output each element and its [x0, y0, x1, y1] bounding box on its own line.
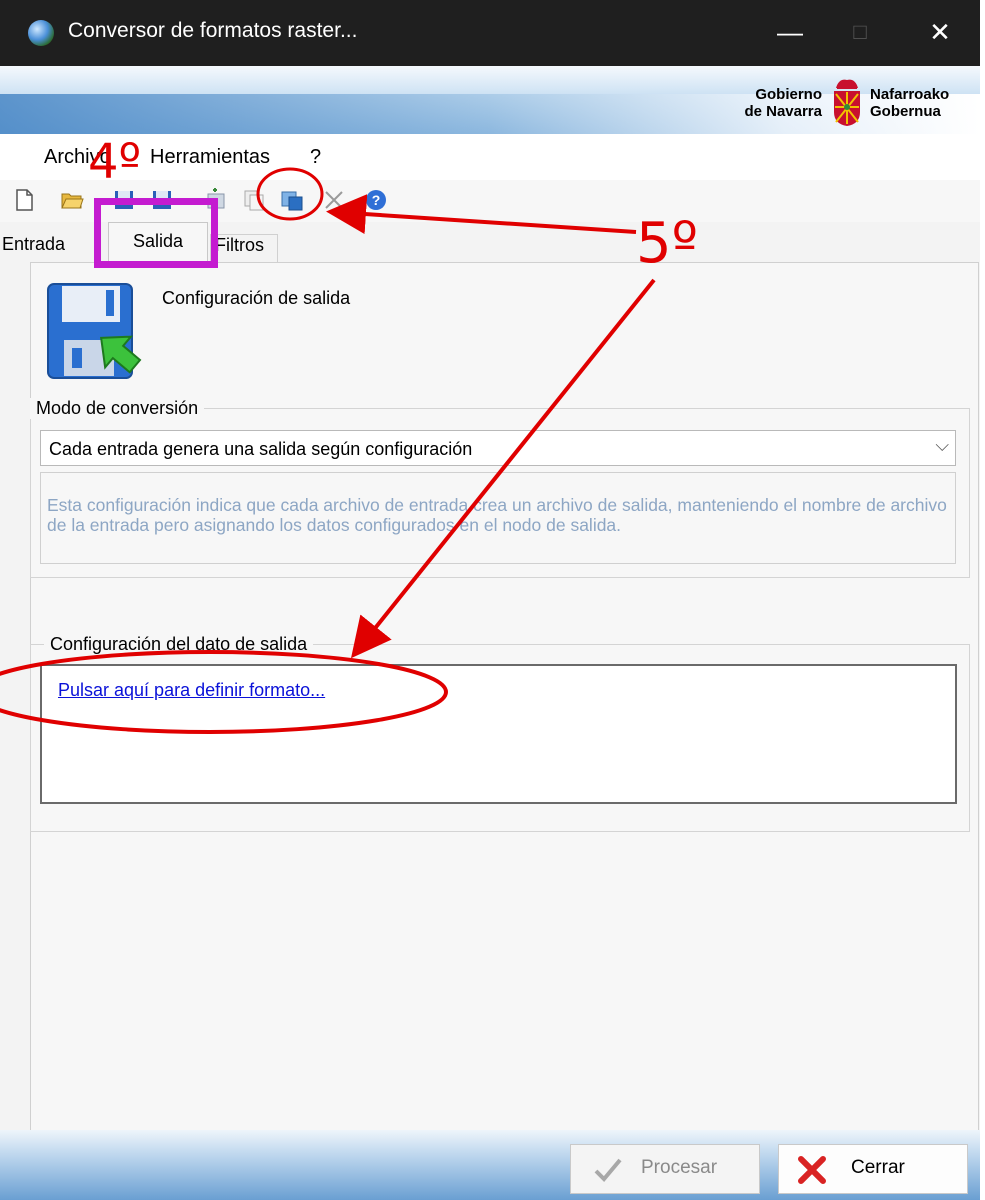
dato-salida-box: Pulsar aquí para definir formato... [40, 664, 957, 804]
close-x-icon [798, 1156, 826, 1184]
modo-conversion-value: Cada entrada genera una salida según con… [49, 439, 473, 459]
open-folder-icon[interactable] [60, 188, 84, 212]
logo-text-right-1: Nafarroako [870, 86, 950, 103]
procesar-label: Procesar [641, 1157, 718, 1178]
logo-text-left-1: Gobierno [755, 86, 822, 103]
chevron-down-icon: ⌵ [935, 435, 949, 455]
step-4-label: 4º [88, 134, 142, 190]
toolbar [0, 180, 980, 222]
tab-salida-label: Salida [133, 231, 184, 251]
add-icon[interactable] [204, 188, 228, 212]
app-window: Conversor de formatos raster... — □ ✕ Go… [0, 0, 980, 1200]
definir-formato-link[interactable]: Pulsar aquí para definir formato... [58, 680, 325, 701]
tab-entrada-label: Entrada [2, 234, 66, 254]
salida-header: Configuración de salida [162, 288, 351, 308]
menu-bar: Archivo Herramientas ? [0, 134, 980, 180]
gobierno-navarra-logo: Gobierno de Navarra Nafarroako Gobernua [730, 72, 980, 132]
modo-description: Esta configuración indica que cada archi… [40, 472, 956, 564]
procesar-button[interactable]: Procesar [570, 1144, 760, 1194]
title-bar: Conversor de formatos raster... — □ ✕ [0, 0, 980, 66]
modo-conversion-select[interactable]: Cada entrada genera una salida según con… [40, 430, 956, 466]
export-icon[interactable] [280, 188, 304, 212]
logo-text-left-2: de Navarra [744, 103, 822, 120]
maximize-button[interactable]: □ [830, 8, 890, 58]
modo-conversion-legend: Modo de conversión [30, 398, 205, 419]
delete-icon[interactable] [322, 188, 346, 212]
minimize-button[interactable]: — [760, 8, 820, 58]
tab-filtros[interactable]: Filtros [210, 234, 278, 263]
tab-salida[interactable]: Salida [108, 222, 208, 265]
save-as-icon[interactable] [150, 188, 174, 212]
copy-icon[interactable] [242, 188, 266, 212]
dato-salida-legend: Configuración del dato de salida [44, 634, 314, 655]
cerrar-label: Cerrar [851, 1157, 905, 1178]
close-window-button[interactable]: ✕ [910, 8, 970, 58]
svg-text:?: ? [372, 192, 381, 208]
new-file-icon[interactable] [12, 188, 36, 212]
step-5-label: 5º [636, 211, 699, 276]
tab-filtros-label: Filtros [215, 235, 264, 255]
menu-help[interactable]: ? [310, 146, 321, 169]
output-floppy-icon [47, 283, 142, 379]
logo-text-right-2: Gobernua [870, 103, 941, 120]
cerrar-button[interactable]: Cerrar [778, 1144, 968, 1194]
save-icon[interactable] [112, 188, 136, 212]
help-icon[interactable]: ? [364, 188, 388, 212]
check-icon [594, 1158, 622, 1182]
window-title: Conversor de formatos raster... [68, 19, 358, 42]
menu-herramientas[interactable]: Herramientas [150, 146, 270, 169]
navarra-shield-icon [834, 79, 860, 126]
app-globe-icon [28, 20, 54, 46]
